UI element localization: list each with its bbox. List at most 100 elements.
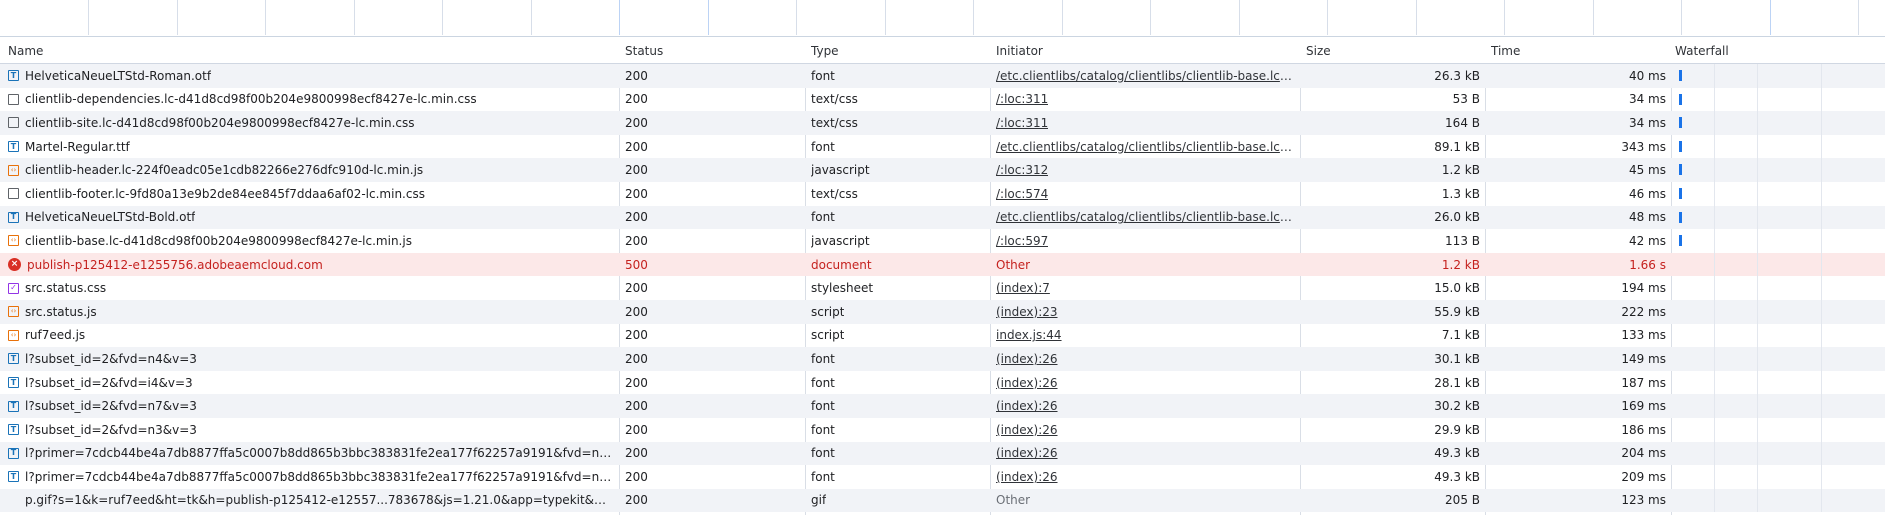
column-header-waterfall[interactable]: Waterfall	[1671, 39, 1885, 63]
initiator-link[interactable]: index.js:44	[996, 328, 1062, 342]
request-name-cell[interactable]: Tl?subset_id=2&fvd=n3&v=3	[0, 418, 619, 442]
initiator-cell[interactable]: (index):26	[990, 442, 1300, 466]
request-name-cell[interactable]: ‹› clientlib-base.lc-d41d8cd98f00b204e980…	[0, 229, 619, 253]
initiator-cell[interactable]: /:loc:311	[990, 111, 1300, 135]
request-name-cell[interactable]: T HelveticaNeueLTStd-Roman.otf	[0, 64, 619, 88]
waterfall-cell[interactable]	[1671, 299, 1885, 324]
initiator-cell[interactable]: /:loc:311	[990, 88, 1300, 112]
request-name-cell[interactable]: T HelveticaNeueLTStd-Bold.otf	[0, 206, 619, 230]
initiator-cell[interactable]: /:loc:574	[990, 182, 1300, 206]
waterfall-cell[interactable]	[1671, 441, 1885, 466]
initiator-link[interactable]: (index):26	[996, 446, 1058, 460]
table-row[interactable]: ‹› src.status.js 200 script (index):23 55.9 k…	[0, 299, 1885, 324]
waterfall-cell[interactable]	[1671, 111, 1885, 135]
waterfall-cell[interactable]	[1671, 417, 1885, 442]
initiator-cell[interactable]: (index):26	[990, 418, 1300, 442]
table-row[interactable]: Tl?primer=7cdcb44be4a7db8877ffa5c0007b8d…	[0, 441, 1885, 466]
size-cell: 1.2 kB	[1441, 163, 1480, 178]
initiator-link[interactable]: (index):23	[996, 305, 1058, 319]
table-row[interactable]: ‹› clientlib-header.lc-224f0eadc05e1cdb82…	[0, 158, 1885, 182]
request-name-cell[interactable]: clientlib-dependencies.lc-d41d8cd98f00b2…	[0, 88, 619, 112]
column-header-initiator[interactable]: Initiator	[990, 39, 1300, 63]
table-row[interactable]: Tl?subset_id=2&fvd=n3&v=3 200 font (index):…	[0, 417, 1885, 442]
initiator-link[interactable]: (index):26	[996, 399, 1058, 413]
initiator-cell[interactable]: /etc.clientlibs/catalog/clientlibs/clien…	[990, 206, 1300, 230]
table-row[interactable]: × publish-p125412-e1255756.adobeaemcloud.…	[0, 252, 1885, 277]
initiator-link[interactable]: (index):26	[996, 352, 1058, 366]
initiator-link[interactable]: (index):26	[996, 470, 1058, 484]
column-header-size[interactable]: Size	[1300, 39, 1485, 63]
request-name-cell[interactable]: Tl?subset_id=2&fvd=n4&v=3	[0, 347, 619, 371]
initiator-cell[interactable]: (index):26	[990, 371, 1300, 395]
initiator-link[interactable]: /:loc:574	[996, 187, 1048, 201]
waterfall-cell[interactable]	[1671, 181, 1885, 206]
waterfall-cell[interactable]	[1671, 276, 1885, 300]
request-name-cell[interactable]: clientlib-site.lc-d41d8cd98f00b204e98009…	[0, 111, 619, 135]
request-name-cell[interactable]: Tl?subset_id=2&fvd=i4&v=3	[0, 371, 619, 395]
request-name-cell[interactable]: Tl?primer=7cdcb44be4a7db8877ffa5c0007b8d…	[0, 442, 619, 466]
initiator-link[interactable]: /:loc:311	[996, 92, 1048, 106]
table-row[interactable]: p.gif?s=1&k=ruf7eed&ht=tk&h=publish-p125…	[0, 488, 1885, 513]
initiator-link[interactable]: /:loc:597	[996, 234, 1048, 248]
table-row[interactable]: Tl?subset_id=2&fvd=n4&v=3 200 font (index):…	[0, 347, 1885, 371]
request-name-cell[interactable]: Tl?subset_id=2&fvd=n7&v=3	[0, 394, 619, 418]
column-header-status[interactable]: Status	[619, 39, 805, 63]
table-row[interactable]: T Martel-Regular.ttf 200 font/etc.clientlib…	[0, 134, 1885, 159]
waterfall-cell[interactable]	[1671, 205, 1885, 230]
initiator-cell[interactable]: /:loc:312	[990, 158, 1300, 182]
request-name-cell[interactable]: × publish-p125412-e1255756.adobeaemcloud.…	[0, 253, 619, 277]
network-overview-timeline[interactable]	[0, 0, 1885, 37]
request-name-cell[interactable]: ✓ src.status.css	[0, 276, 619, 300]
initiator-link[interactable]: (index):26	[996, 423, 1058, 437]
initiator-cell[interactable]: /etc.clientlibs/catalog/clientlibs/clien…	[990, 64, 1300, 88]
initiator-link[interactable]: /etc.clientlibs/catalog/clientlibs/clien…	[996, 210, 1294, 224]
request-name-cell[interactable]: clientlib-footer.lc-9fd80a13e9b2de84ee84…	[0, 182, 619, 206]
column-header-name[interactable]: Name	[0, 39, 619, 63]
initiator-cell[interactable]: /etc.clientlibs/catalog/clientlibs/clien…	[990, 135, 1300, 159]
waterfall-cell[interactable]	[1671, 488, 1885, 513]
table-row[interactable]: T HelveticaNeueLTStd-Bold.otf 200 font/etc.…	[0, 205, 1885, 230]
table-row[interactable]: clientlib-footer.lc-9fd80a13e9b2de84ee84…	[0, 181, 1885, 206]
initiator-cell[interactable]: (index):23	[990, 300, 1300, 324]
waterfall-cell[interactable]	[1671, 158, 1885, 182]
waterfall-cell[interactable]	[1671, 394, 1885, 418]
request-name-cell[interactable]: ‹› clientlib-header.lc-224f0eadc05e1cdb82…	[0, 158, 619, 182]
waterfall-cell[interactable]	[1671, 134, 1885, 159]
table-row[interactable]: Tl?subset_id=2&fvd=n7&v=3 200 font (index):…	[0, 394, 1885, 418]
initiator-cell[interactable]: (index):7	[990, 276, 1300, 300]
table-row[interactable]: ‹› ruf7eed.js 200 script index.js:44 7.1 kB 13…	[0, 323, 1885, 348]
request-name-cell[interactable]: ‹› ruf7eed.js	[0, 324, 619, 348]
initiator-link[interactable]: /:loc:312	[996, 163, 1048, 177]
waterfall-cell[interactable]	[1671, 87, 1885, 112]
initiator-link[interactable]: /etc.clientlibs/catalog/clientlibs/clien…	[996, 140, 1294, 154]
initiator-link[interactable]: /etc.clientlibs/catalog/clientlibs/clien…	[996, 69, 1294, 83]
waterfall-cell[interactable]	[1671, 370, 1885, 395]
initiator-link[interactable]: (index):26	[996, 376, 1058, 390]
request-name-cell[interactable]: p.gif?s=1&k=ruf7eed&ht=tk&h=publish-p125…	[0, 489, 619, 513]
waterfall-cell[interactable]	[1671, 347, 1885, 371]
waterfall-cell[interactable]	[1671, 229, 1885, 253]
initiator-cell[interactable]: (index):26	[990, 347, 1300, 371]
table-row[interactable]: clientlib-dependencies.lc-d41d8cd98f00b2…	[0, 87, 1885, 112]
column-header-time[interactable]: Time	[1485, 39, 1671, 63]
request-name-cell[interactable]: T Martel-Regular.ttf	[0, 135, 619, 159]
waterfall-cell[interactable]	[1671, 323, 1885, 348]
table-row[interactable]: Tl?subset_id=2&fvd=i4&v=3 200 font (index):…	[0, 370, 1885, 395]
request-name-cell[interactable]: Tl?primer=7cdcb44be4a7db8877ffa5c0007b8d…	[0, 465, 619, 489]
initiator-link[interactable]: (index):7	[996, 281, 1050, 295]
initiator-cell[interactable]: (index):26	[990, 465, 1300, 489]
table-row[interactable]: Tl?primer=7cdcb44be4a7db8877ffa5c0007b8d…	[0, 465, 1885, 489]
request-name-cell[interactable]: ‹› src.status.js	[0, 300, 619, 324]
waterfall-cell[interactable]	[1671, 64, 1885, 88]
table-row[interactable]: ‹› clientlib-base.lc-d41d8cd98f00b204e980…	[0, 229, 1885, 253]
column-header-type[interactable]: Type	[805, 39, 990, 63]
initiator-link[interactable]: /:loc:311	[996, 116, 1048, 130]
table-row[interactable]: ✓ src.status.css 200 stylesheet (index):7 15.…	[0, 276, 1885, 300]
waterfall-cell[interactable]	[1671, 465, 1885, 489]
initiator-cell[interactable]: index.js:44	[990, 324, 1300, 348]
initiator-cell[interactable]: (index):26	[990, 394, 1300, 418]
table-row[interactable]: T HelveticaNeueLTStd-Roman.otf 200 font/etc…	[0, 64, 1885, 88]
initiator-cell[interactable]: /:loc:597	[990, 229, 1300, 253]
table-row[interactable]: clientlib-site.lc-d41d8cd98f00b204e98009…	[0, 111, 1885, 135]
waterfall-cell[interactable]	[1671, 252, 1885, 277]
